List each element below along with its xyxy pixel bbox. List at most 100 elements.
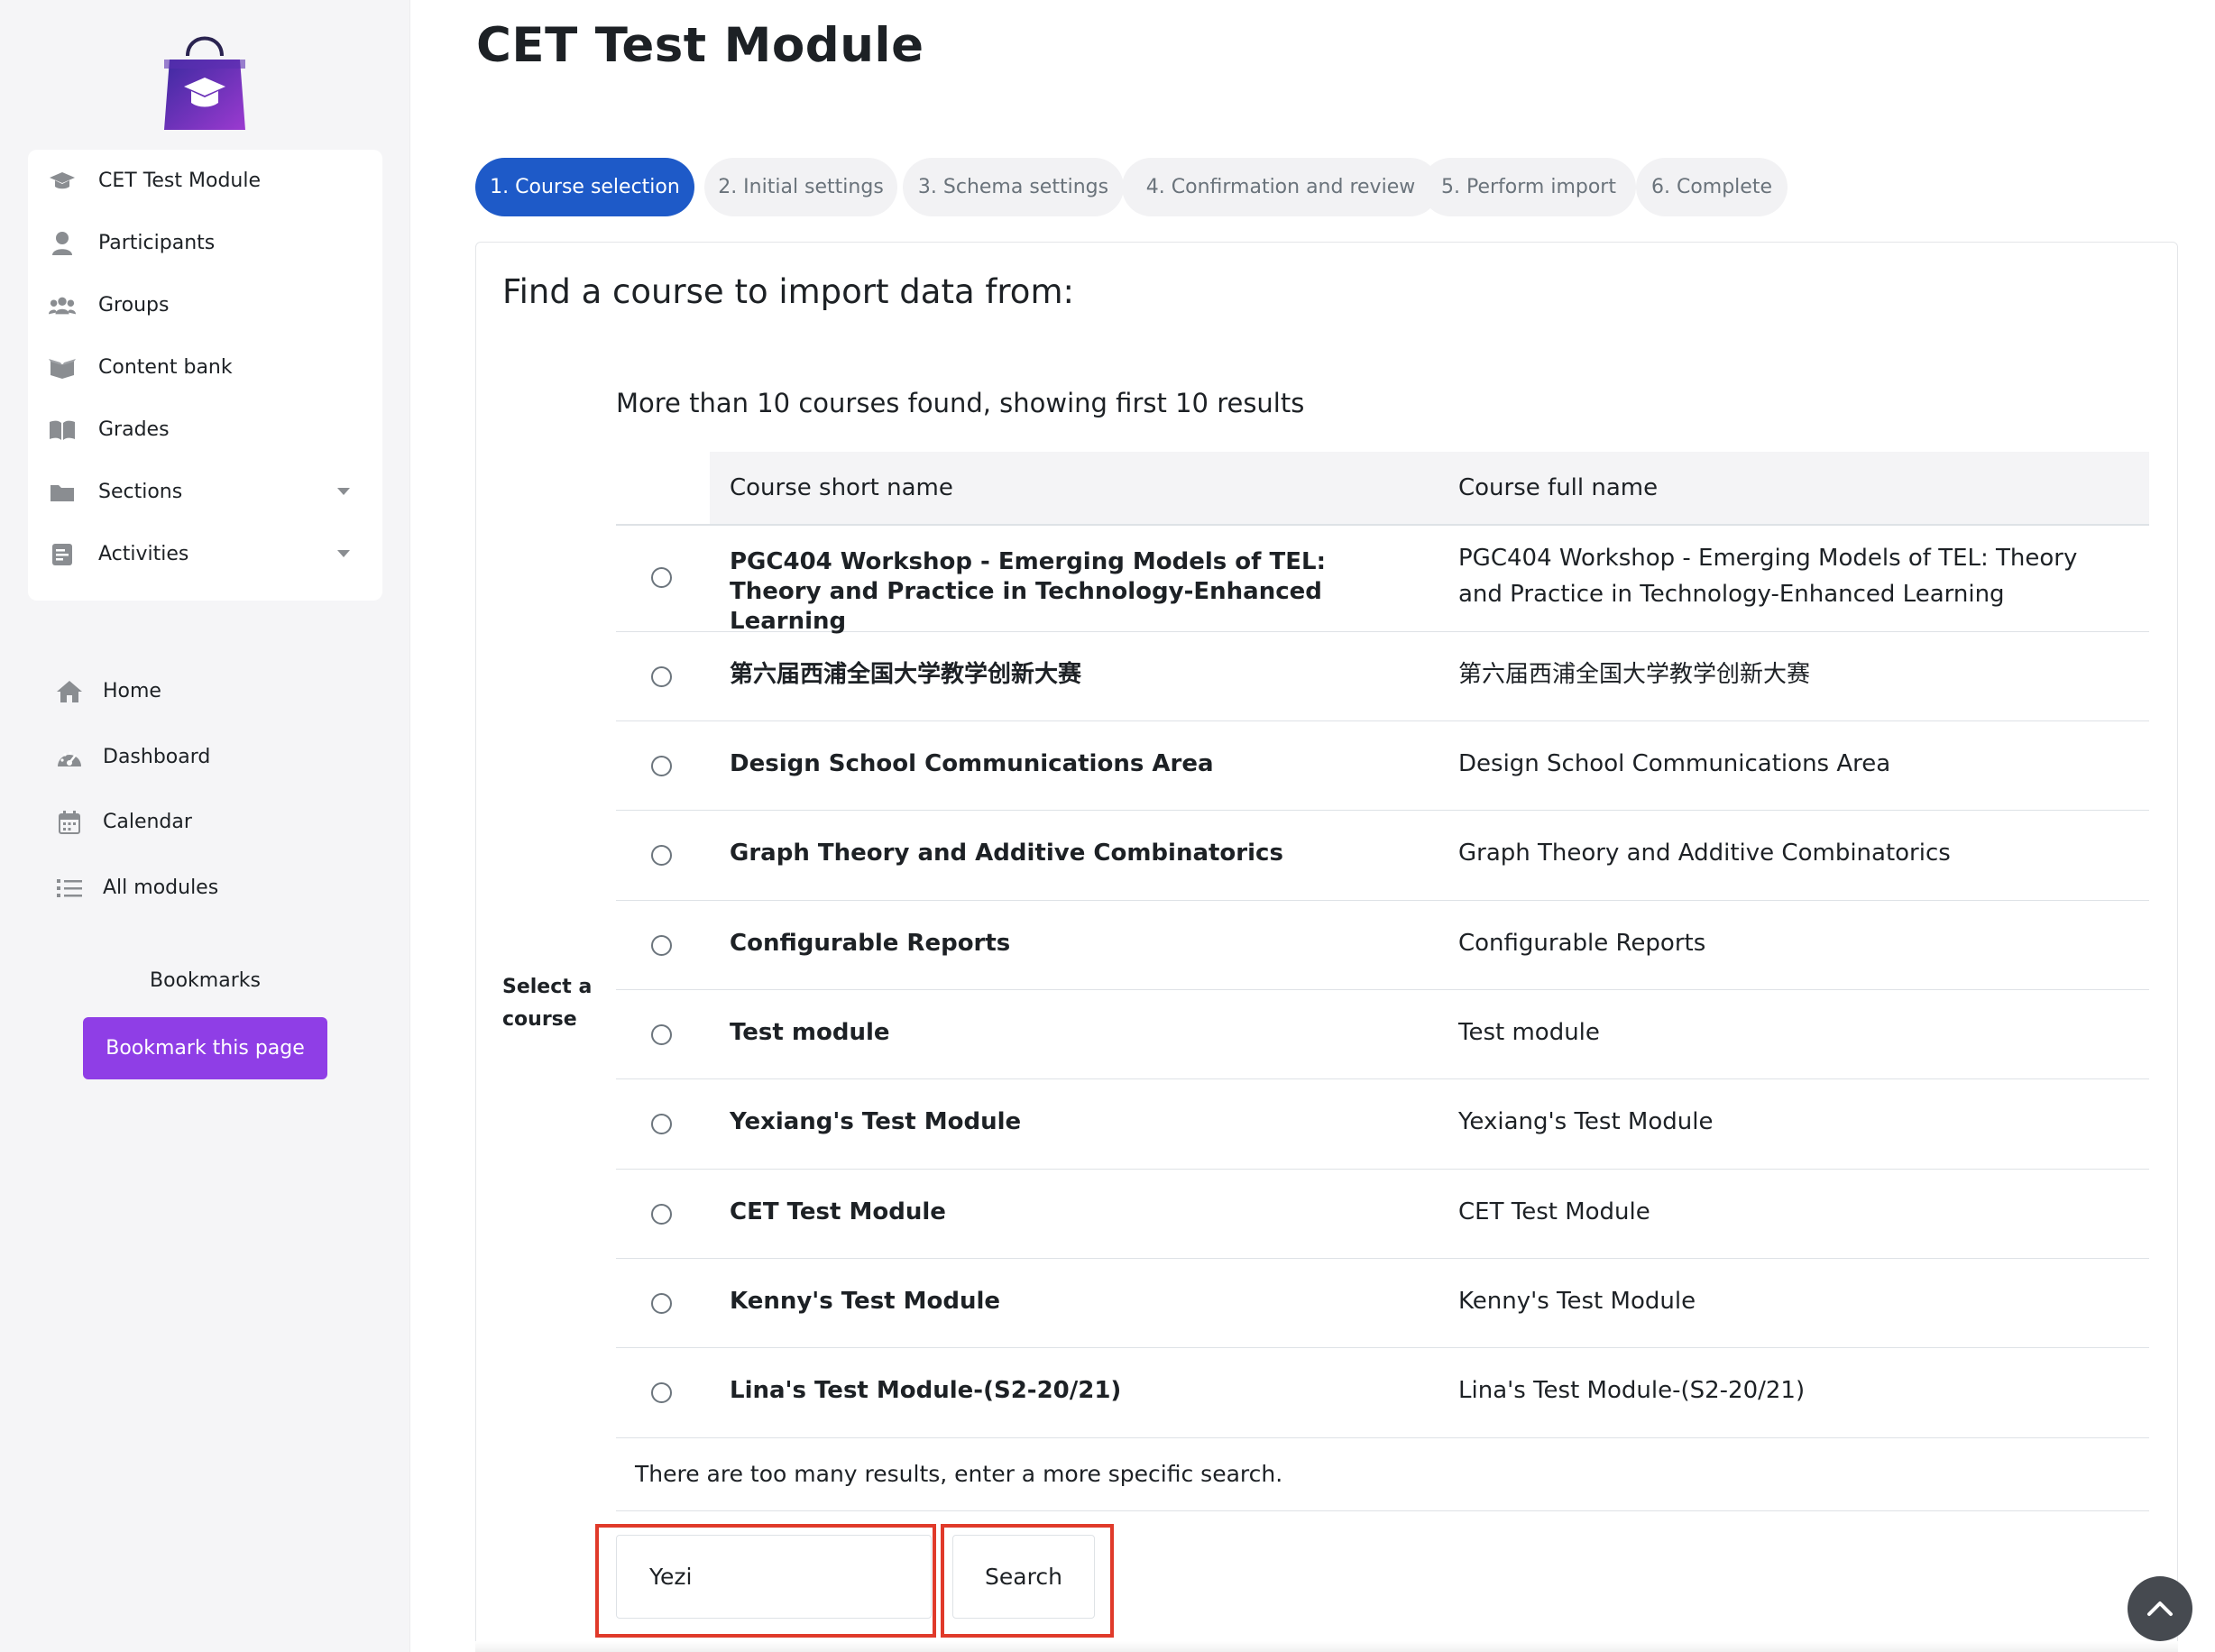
site-nav-label: All modules xyxy=(103,876,219,899)
chevron-down-icon[interactable] xyxy=(337,550,350,557)
site-nav-label: Dashboard xyxy=(103,746,211,768)
calendar-icon xyxy=(56,809,83,836)
column-header-short-name: Course short name xyxy=(730,474,953,501)
course-radio[interactable] xyxy=(651,666,672,687)
course-radio[interactable] xyxy=(651,1024,672,1045)
select-course-label: Select a course xyxy=(502,976,593,1031)
table-row[interactable]: CET Test Module CET Test Module xyxy=(616,1170,2149,1259)
course-short-name: 第六届西浦全国大学教学创新大赛 xyxy=(730,661,1082,688)
course-nav-label: Groups xyxy=(98,294,170,317)
course-nav-label: Sections xyxy=(98,481,183,503)
home-icon xyxy=(56,678,83,705)
course-short-name: Lina's Test Module-(S2-20/21) xyxy=(730,1377,1122,1404)
site-nav-item-all-modules[interactable]: All modules xyxy=(45,861,370,915)
course-full-name: Design School Communications Area xyxy=(1458,750,1891,777)
course-nav-item-grades[interactable]: Grades xyxy=(28,399,382,461)
site-nav-item-dashboard[interactable]: Dashboard xyxy=(45,730,370,785)
column-header-full-name: Course full name xyxy=(1458,474,1659,501)
course-nav-item-course[interactable]: CET Test Module xyxy=(28,150,382,212)
course-short-name: Yexiang's Test Module xyxy=(730,1108,1022,1135)
course-nav-item-participants[interactable]: Participants xyxy=(28,212,382,274)
back-to-top-button[interactable] xyxy=(2128,1576,2192,1641)
course-radio[interactable] xyxy=(651,1114,672,1134)
course-radio[interactable] xyxy=(651,935,672,956)
app-logo[interactable] xyxy=(162,23,247,133)
course-radio[interactable] xyxy=(651,1293,672,1314)
step-initial-settings[interactable]: 2. Initial settings xyxy=(704,158,897,216)
table-row[interactable]: Test module Test module xyxy=(616,990,2149,1079)
course-nav-item-groups[interactable]: Groups xyxy=(28,274,382,336)
graduation-cap-icon xyxy=(49,168,76,195)
course-nav-label: Participants xyxy=(98,232,216,254)
course-short-name: PGC404 Workshop - Emerging Models of TEL… xyxy=(730,548,1326,635)
course-nav-label: Content bank xyxy=(98,356,233,379)
table-row[interactable]: Lina's Test Module-(S2-20/21) Lina's Tes… xyxy=(616,1348,2149,1438)
search-button[interactable]: Search xyxy=(952,1535,1095,1619)
course-full-name: Kenny's Test Module xyxy=(1458,1288,1696,1315)
box-open-icon xyxy=(49,354,76,381)
bookmark-page-button[interactable]: Bookmark this page xyxy=(83,1017,327,1079)
course-short-name: Graph Theory and Additive Combinatorics xyxy=(730,840,1283,867)
site-nav-label: Home xyxy=(103,680,161,702)
table-row[interactable]: Yexiang's Test Module Yexiang's Test Mod… xyxy=(616,1079,2149,1170)
step-complete[interactable]: 6. Complete xyxy=(1636,158,1788,216)
course-search-input[interactable] xyxy=(616,1535,932,1619)
table-row[interactable]: Graph Theory and Additive Combinatorics … xyxy=(616,811,2149,901)
site-nav-item-calendar[interactable]: Calendar xyxy=(45,795,370,849)
too-many-results-message: There are too many results, enter a more… xyxy=(635,1461,1283,1487)
course-radio[interactable] xyxy=(651,845,672,866)
table-row[interactable]: 第六届西浦全国大学教学创新大赛 第六届西浦全国大学教学创新大赛 xyxy=(616,632,2149,721)
gauge-icon xyxy=(56,744,83,771)
file-list-icon xyxy=(49,541,76,568)
course-nav-item-activities[interactable]: Activities xyxy=(28,523,382,585)
table-row[interactable]: Design School Communications Area Design… xyxy=(616,721,2149,811)
results-note: More than 10 courses found, showing firs… xyxy=(616,388,1305,418)
course-radio[interactable] xyxy=(651,1382,672,1403)
course-nav-label: Activities xyxy=(98,543,189,565)
table-row[interactable]: PGC404 Workshop - Emerging Models of TEL… xyxy=(616,526,2149,635)
course-radio[interactable] xyxy=(651,756,672,776)
course-full-name: Configurable Reports xyxy=(1458,930,1706,957)
sidebar: CET Test Module Participants Groups Cont… xyxy=(0,0,410,1652)
content-fade xyxy=(475,1641,2178,1652)
table-row[interactable]: Kenny's Test Module Kenny's Test Module xyxy=(616,1259,2149,1348)
chevron-up-icon xyxy=(2147,1602,2173,1616)
course-full-name: PGC404 Workshop - Emerging Models of TEL… xyxy=(1458,545,2078,608)
course-short-name: Kenny's Test Module xyxy=(730,1288,1001,1315)
course-short-name: Design School Communications Area xyxy=(730,750,1214,777)
course-radio[interactable] xyxy=(651,1204,672,1225)
card-heading: Find a course to import data from: xyxy=(502,272,1074,311)
divider xyxy=(616,1510,2149,1511)
step-schema-settings[interactable]: 3. Schema settings xyxy=(903,158,1124,216)
course-full-name: 第六届西浦全国大学教学创新大赛 xyxy=(1458,661,1811,688)
site-nav-label: Calendar xyxy=(103,811,192,833)
course-radio[interactable] xyxy=(651,567,672,588)
course-full-name: Test module xyxy=(1458,1019,1600,1046)
page-title: CET Test Module xyxy=(476,18,924,73)
course-short-name: Configurable Reports xyxy=(730,930,1011,957)
course-full-name: Yexiang's Test Module xyxy=(1458,1108,1714,1135)
chevron-down-icon[interactable] xyxy=(337,488,350,495)
user-icon xyxy=(49,230,76,257)
course-short-name: CET Test Module xyxy=(730,1198,946,1225)
folder-icon xyxy=(49,479,76,506)
course-full-name: Graph Theory and Additive Combinatorics xyxy=(1458,840,1951,867)
book-open-icon xyxy=(49,417,76,444)
site-nav-item-home[interactable]: Home xyxy=(45,665,370,719)
list-icon xyxy=(56,875,83,902)
course-nav-item-sections[interactable]: Sections xyxy=(28,461,382,523)
course-navigation: CET Test Module Participants Groups Cont… xyxy=(28,150,382,601)
step-confirmation-review[interactable]: 4. Confirmation and review xyxy=(1122,158,1439,216)
course-full-name: Lina's Test Module-(S2-20/21) xyxy=(1458,1377,1806,1404)
course-nav-label: Grades xyxy=(98,418,170,441)
course-nav-label: CET Test Module xyxy=(98,170,262,192)
bookmarks-title: Bookmarks xyxy=(150,969,261,992)
course-nav-item-content-bank[interactable]: Content bank xyxy=(28,336,382,399)
step-course-selection[interactable]: 1. Course selection xyxy=(475,158,694,216)
users-icon xyxy=(49,292,76,319)
table-header: Course short name Course full name xyxy=(710,452,2149,524)
table-row[interactable]: Configurable Reports Configurable Report… xyxy=(616,901,2149,990)
course-short-name: Test module xyxy=(730,1019,890,1046)
course-full-name: CET Test Module xyxy=(1458,1198,1650,1225)
step-perform-import[interactable]: 5. Perform import xyxy=(1421,158,1636,216)
